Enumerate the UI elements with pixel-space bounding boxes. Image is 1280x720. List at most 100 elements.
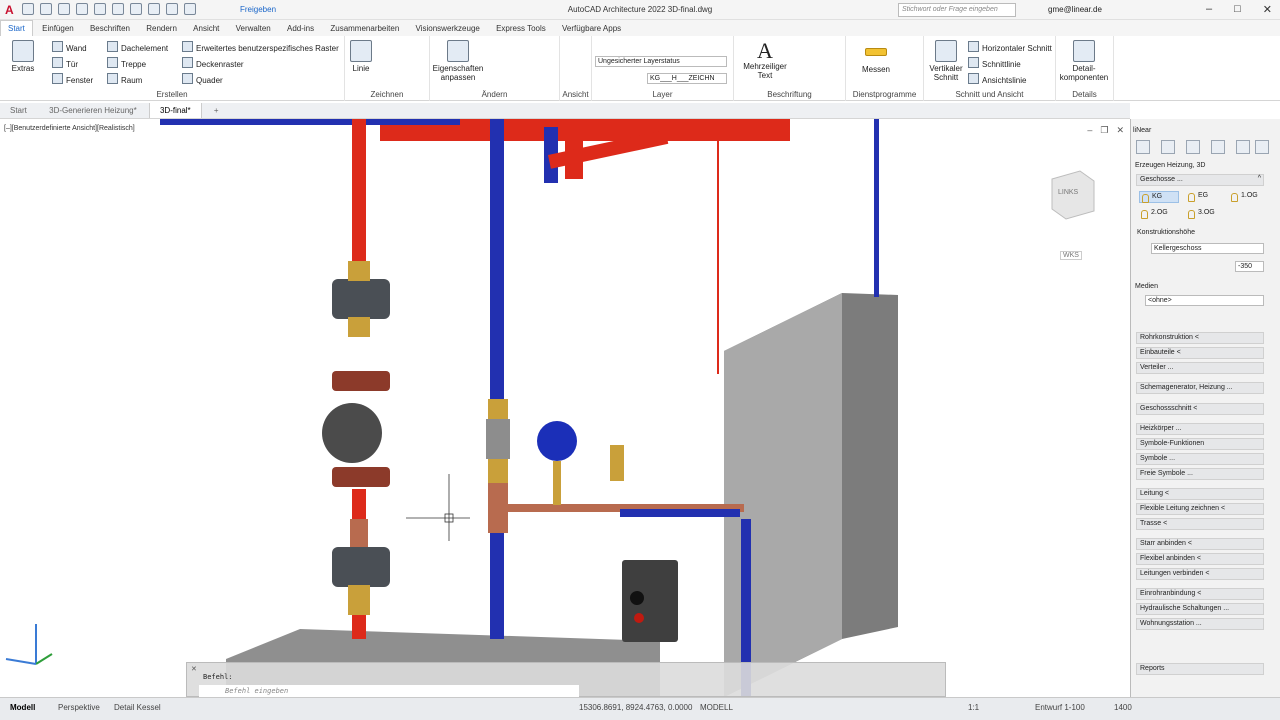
tab-verfuegbare-apps[interactable]: Verfügbare Apps — [555, 21, 628, 36]
model-space-toggle[interactable]: MODELL — [700, 703, 733, 712]
flexible-leitung-button[interactable]: Flexible Leitung zeichnen < — [1136, 503, 1264, 515]
fenster-button[interactable]: Fenster — [52, 73, 93, 85]
tab-zusammenarbeiten[interactable]: Zusammenarbeiten — [323, 21, 406, 36]
detailkomponenten-button[interactable]: Detail-komponenten — [1056, 40, 1112, 82]
vertikaler-schnitt-button[interactable]: Vertikaler Schnitt — [926, 40, 966, 82]
zoom-value[interactable]: 1400 — [1114, 703, 1132, 712]
tab-express-tools[interactable]: Express Tools — [489, 21, 553, 36]
user-account[interactable]: gme@linear.de — [1048, 5, 1102, 14]
medien-select[interactable]: <ohne> — [1145, 295, 1264, 306]
layer-state-combo[interactable]: Ungesicherter Layerstatus — [595, 56, 727, 67]
starr-anbinden-button[interactable]: Starr anbinden < — [1136, 538, 1264, 550]
trasse-button[interactable]: Trasse < — [1136, 518, 1264, 530]
symbole-button[interactable]: Symbole ... — [1136, 453, 1264, 465]
treppe-button[interactable]: Treppe — [107, 57, 146, 69]
printer-icon[interactable] — [1236, 140, 1250, 154]
group-schnitt: Vertikaler Schnitt Horizontaler Schnitt … — [924, 36, 1056, 101]
pen-icon[interactable] — [1186, 140, 1200, 154]
tab-addins[interactable]: Add-ins — [280, 21, 321, 36]
flexibel-anbinden-button[interactable]: Flexibel anbinden < — [1136, 553, 1264, 565]
display-style[interactable]: Entwurf 1-100 — [1035, 703, 1085, 712]
maximize-icon[interactable]: □ — [1234, 3, 1241, 16]
leitungen-verbinden-button[interactable]: Leitungen verbinden < — [1136, 568, 1264, 580]
measure-icon — [865, 48, 887, 56]
tab-ansicht[interactable]: Ansicht — [186, 21, 226, 36]
doc-tab-3d-generieren[interactable]: 3D-Generieren Heizung* — [39, 103, 147, 118]
viewcube-label[interactable]: LINKS — [1058, 189, 1078, 196]
group-label: Schnitt und Ansicht — [955, 90, 1024, 99]
command-input[interactable]: Befehl eingeben — [199, 685, 579, 697]
wohnungsstation-button[interactable]: Wohnungsstation ... — [1136, 618, 1264, 630]
leitung-button[interactable]: Leitung < — [1136, 488, 1264, 500]
drawing-viewport[interactable]: [–][Benutzerdefinierte Ansicht][Realisti… — [0, 119, 1130, 697]
group-label: Dienstprogramme — [852, 90, 917, 99]
draw-icon[interactable] — [1161, 140, 1175, 154]
extras-button[interactable]: Extras — [6, 40, 40, 73]
close-icon[interactable]: ✕ — [1263, 3, 1272, 16]
doc-tab-3d-final[interactable]: 3D-final* — [148, 103, 202, 118]
reports-button[interactable]: Reports — [1136, 663, 1264, 675]
geschosse-button[interactable]: Geschosse ... ^ — [1136, 174, 1264, 186]
mtext-button[interactable]: A Mehrzeiliger Text — [740, 40, 790, 81]
layout-tab-perspektive[interactable]: Perspektive — [58, 703, 100, 712]
medien-label: Medien — [1135, 283, 1158, 290]
wand-button[interactable]: Wand — [52, 41, 87, 53]
height-input[interactable]: -350 — [1235, 261, 1264, 272]
tab-start[interactable]: Start — [0, 20, 33, 36]
ucs-x-axis — [35, 653, 53, 665]
eigenschaften-button[interactable]: Eigenschaften anpassen — [430, 40, 486, 82]
heating-icon[interactable] — [1136, 140, 1150, 154]
minimize-icon[interactable]: – — [1206, 3, 1212, 16]
quader-button[interactable]: Quader — [182, 73, 223, 85]
raum-button[interactable]: Raum — [107, 73, 142, 85]
schnittlinie-button[interactable]: Schnittlinie — [968, 57, 1021, 69]
ucs-z-axis — [5, 658, 37, 665]
horizontal-schnitt-button[interactable]: Horizontaler Schnitt — [968, 41, 1052, 53]
new-tab-icon[interactable]: + — [204, 103, 229, 118]
dachelement-button[interactable]: Dachelement — [107, 41, 168, 53]
verteiler-button[interactable]: Verteiler ... — [1136, 362, 1264, 374]
command-close-icon[interactable]: ✕ — [191, 665, 197, 673]
viewport-label[interactable]: [–][Benutzerdefinierte Ansicht][Realisti… — [4, 125, 135, 132]
geschoss-select[interactable]: Kellergeschoss — [1151, 243, 1264, 254]
symbole-funktionen-button[interactable]: Symbole-Funktionen — [1136, 438, 1264, 450]
extras-icon — [12, 40, 34, 62]
einbauteile-button[interactable]: Einbauteile < — [1136, 347, 1264, 359]
floor-2og[interactable]: 2.OG — [1139, 208, 1179, 220]
layout-tab-detail-kessel[interactable]: Detail Kessel — [114, 703, 161, 712]
floor-1og[interactable]: 1.OG — [1229, 191, 1269, 203]
user-icon[interactable] — [1255, 140, 1269, 154]
doc-tab-start[interactable]: Start — [0, 103, 37, 118]
schemagenerator-button[interactable]: Schemagenerator, Heizung ... — [1136, 382, 1264, 394]
annotation-scale[interactable]: 1:1 — [968, 703, 979, 712]
wcs-menu[interactable]: WKS — [1060, 251, 1082, 260]
ansichtslinie-button[interactable]: Ansichtslinie — [968, 73, 1026, 85]
tuer-button[interactable]: Tür — [52, 57, 78, 69]
floor-3og[interactable]: 3.OG — [1186, 208, 1226, 220]
einrohranbindung-button[interactable]: Einrohranbindung < — [1136, 588, 1264, 600]
deckenraster-button[interactable]: Deckenraster — [182, 57, 244, 69]
floor-kg[interactable]: KG — [1139, 191, 1179, 203]
tab-visionswerkzeuge[interactable]: Visionswerkzeuge — [409, 21, 487, 36]
minimize-viewport-icon[interactable]: – — [1087, 125, 1092, 136]
monitor-icon[interactable] — [1211, 140, 1225, 154]
linie-button[interactable]: Linie — [349, 40, 373, 73]
messen-button[interactable]: Messen — [858, 40, 894, 74]
floor-eg[interactable]: EG — [1186, 191, 1226, 203]
freie-symbole-button[interactable]: Freie Symbole ... — [1136, 468, 1264, 480]
hydraulische-schaltungen-button[interactable]: Hydraulische Schaltungen ... — [1136, 603, 1264, 615]
raster-button[interactable]: Erweitertes benutzerspezifisches Raster — [182, 41, 339, 53]
rohrkonstruktion-button[interactable]: Rohrkonstruktion < — [1136, 332, 1264, 344]
blue-riser-middle — [490, 119, 504, 639]
layout-tab-modell[interactable]: Modell — [10, 703, 35, 712]
layer-combo[interactable]: KG___H___ZEICHN — [647, 73, 727, 84]
tab-verwalten[interactable]: Verwalten — [229, 21, 278, 36]
heizkoerper-button[interactable]: Heizkörper ... — [1136, 423, 1264, 435]
close-viewport-icon[interactable]: ✕ — [1116, 125, 1124, 136]
tab-rendern[interactable]: Rendern — [139, 21, 184, 36]
restore-viewport-icon[interactable]: ❐ — [1100, 125, 1108, 136]
geschossschnitt-button[interactable]: Geschossschnitt < — [1136, 403, 1264, 415]
search-input[interactable]: Stichwort oder Frage eingeben — [898, 3, 1016, 17]
tab-beschriften[interactable]: Beschriften — [83, 21, 137, 36]
tab-einfuegen[interactable]: Einfügen — [35, 21, 81, 36]
